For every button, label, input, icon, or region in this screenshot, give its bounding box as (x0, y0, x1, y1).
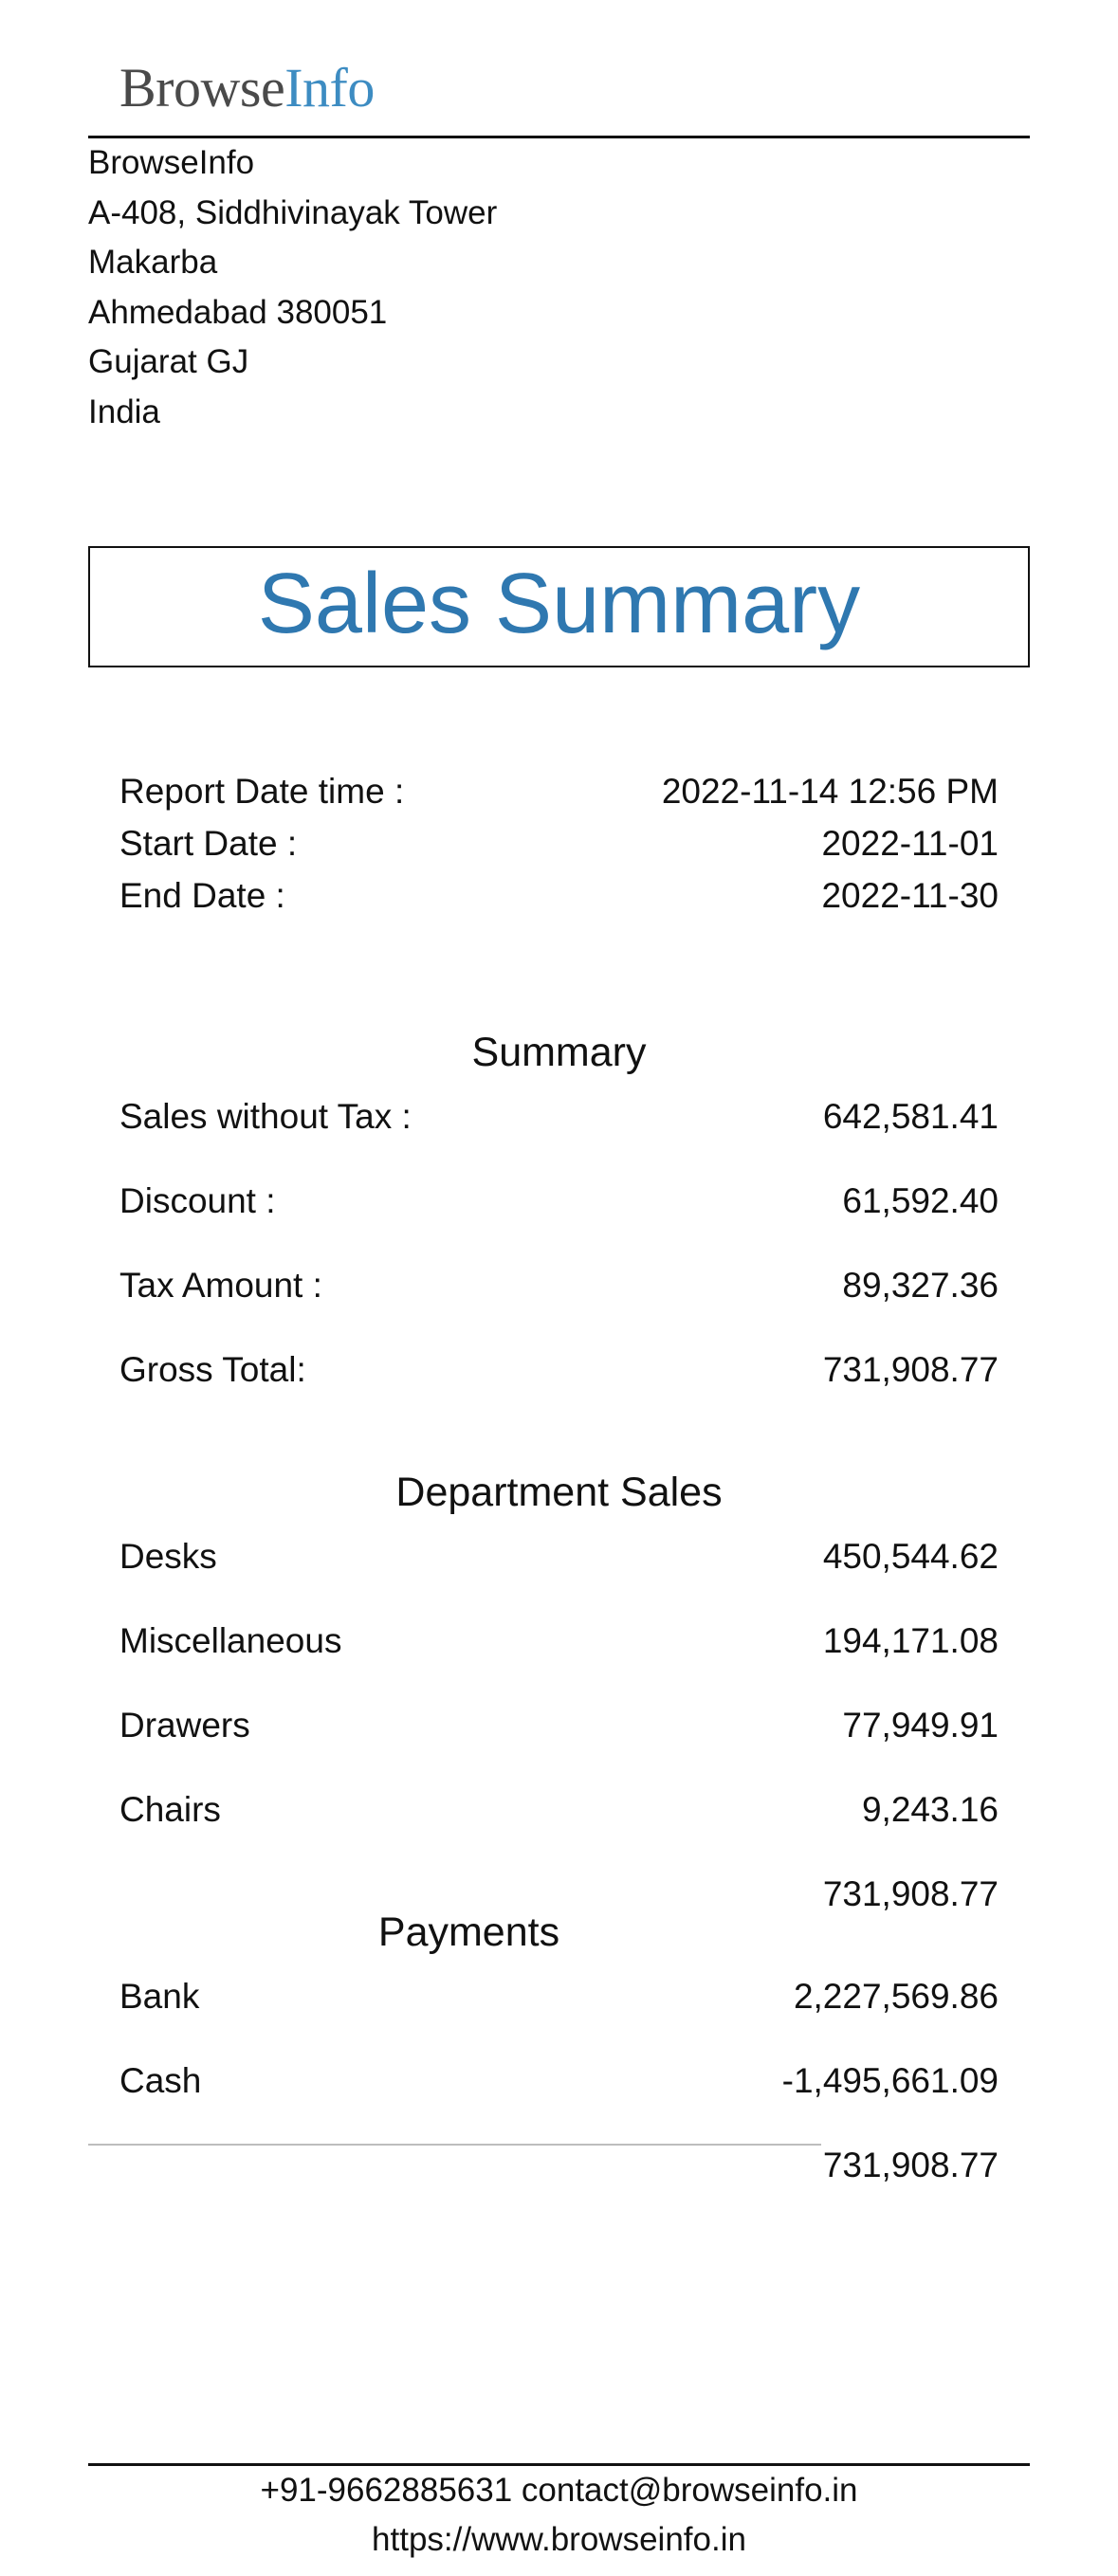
payment-method: Bank (119, 1977, 200, 2016)
department-row: Miscellaneous 194,171.08 (119, 1617, 999, 1665)
address-line-country: India (88, 393, 160, 430)
payment-amount: 2,227,569.86 (793, 1977, 999, 2016)
address-line-state: Gujarat GJ (88, 343, 249, 380)
company-name: BrowseInfo (88, 144, 255, 181)
payments-heading: Payments (377, 1909, 560, 1955)
report-datetime-label: Report Date time : (119, 772, 405, 811)
end-date-row: End Date : 2022-11-30 (119, 872, 999, 920)
footer-divider (88, 2463, 1030, 2466)
department-name: Drawers (119, 1706, 250, 1745)
address-line-street: A-408, Siddhivinayak Tower (88, 193, 498, 231)
report-datetime-row: Report Date time : 2022-11-14 12:56 PM (119, 768, 999, 815)
payments-total-row: 731,908.77 (119, 2142, 999, 2189)
logo-text-info: Info (284, 57, 375, 119)
report-datetime-value: 2022-11-14 12:56 PM (661, 772, 999, 811)
payments-total: 731,908.77 (822, 2146, 999, 2184)
tax-amount-label: Tax Amount : (119, 1266, 322, 1305)
discount-value: 61,592.40 (842, 1181, 999, 1220)
footer-website[interactable]: https://www.browseinfo.in (0, 2516, 1118, 2564)
gross-total-label: Gross Total: (119, 1350, 306, 1389)
payment-row: Cash -1,495,661.09 (119, 2057, 999, 2105)
department-name: Miscellaneous (119, 1621, 342, 1660)
department-name: Chairs (119, 1790, 221, 1829)
sales-without-tax-value: 642,581.41 (822, 1097, 999, 1136)
address-line-city: Ahmedabad 380051 (88, 293, 388, 331)
department-amount: 450,544.62 (822, 1537, 999, 1576)
department-row: Chairs 9,243.16 (119, 1786, 999, 1834)
department-sales-heading: Department Sales (395, 1470, 723, 1515)
start-date-value: 2022-11-01 (821, 824, 999, 863)
start-date-row: Start Date : 2022-11-01 (119, 820, 999, 868)
tax-amount-value: 89,327.36 (842, 1266, 999, 1305)
footer-contact: +91-9662885631 contact@browseinfo.in (260, 2472, 858, 2509)
summary-row: Tax Amount : 89,327.36 (119, 1262, 999, 1309)
department-name: Desks (119, 1537, 217, 1576)
department-row: Desks 450,544.62 (119, 1533, 999, 1580)
gross-total-value: 731,908.77 (822, 1350, 999, 1389)
start-date-label: Start Date : (119, 824, 298, 863)
end-date-value: 2022-11-30 (821, 876, 999, 915)
report-title: Sales Summary (257, 557, 861, 651)
report-title-box: Sales Summary (88, 546, 1030, 667)
payment-method: Cash (119, 2061, 202, 2100)
summary-row: Sales without Tax : 642,581.41 (119, 1093, 999, 1141)
department-row: Drawers 77,949.91 (119, 1702, 999, 1749)
department-amount: 77,949.91 (842, 1706, 999, 1745)
summary-row: Gross Total: 731,908.77 (119, 1346, 999, 1394)
end-date-label: End Date : (119, 876, 285, 915)
department-amount: 194,171.08 (822, 1621, 999, 1660)
payment-row: Bank 2,227,569.86 (119, 1973, 999, 2020)
department-amount: 9,243.16 (861, 1790, 999, 1829)
payment-amount: -1,495,661.09 (781, 2061, 999, 2100)
sales-without-tax-label: Sales without Tax : (119, 1097, 412, 1136)
summary-row: Discount : 61,592.40 (119, 1178, 999, 1225)
summary-heading: Summary (471, 1030, 647, 1075)
address-line-area: Makarba (88, 244, 218, 281)
company-address: BrowseInfo A-408, Siddhivinayak Tower Ma… (88, 138, 497, 437)
discount-label: Discount : (119, 1181, 276, 1220)
company-logo: BrowseInfo (119, 55, 375, 121)
logo-text-browse: Browse (119, 57, 285, 119)
